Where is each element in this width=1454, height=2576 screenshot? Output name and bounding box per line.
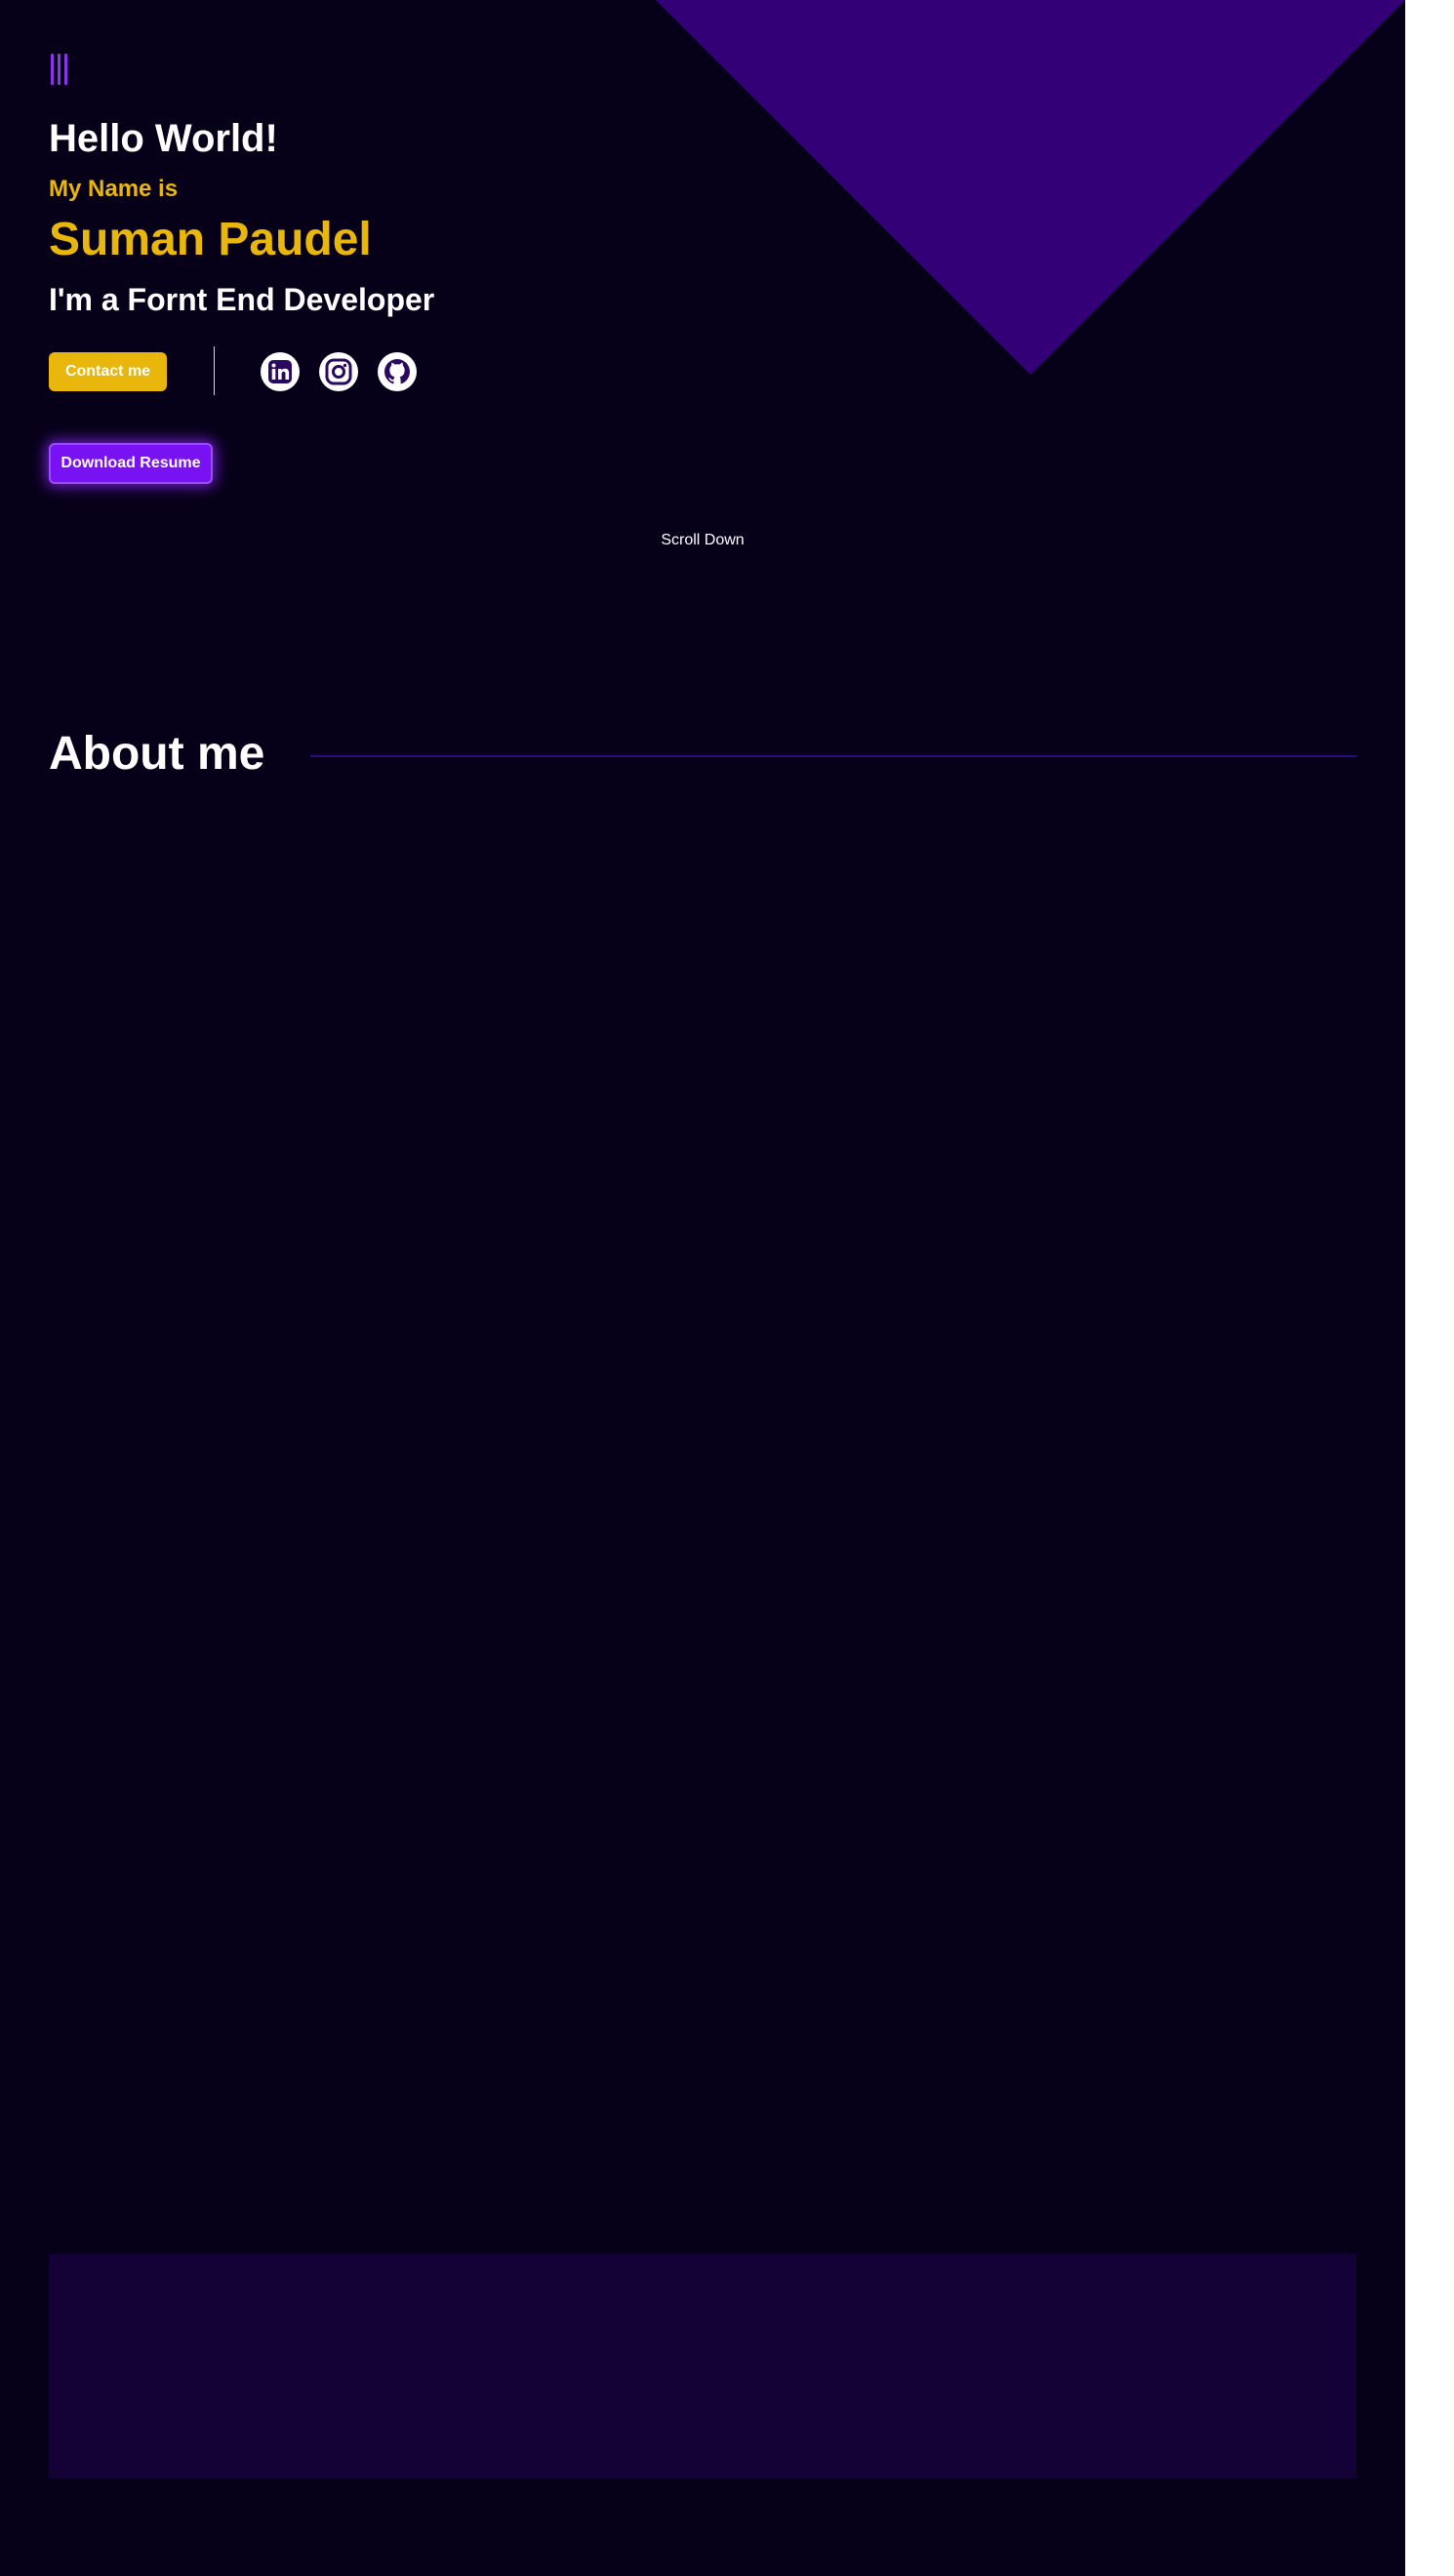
scroll-down-link[interactable]: Scroll Down [605,532,800,549]
menu-bar [64,54,67,85]
about-section-title: About me [49,728,265,780]
hero-greeting: Hello World! [49,117,278,160]
linkedin-icon [268,360,292,383]
linkedin-link[interactable] [261,352,300,391]
contact-me-button[interactable]: Contact me [49,352,167,391]
vertical-divider [214,346,215,395]
hero-intro: My Name is [49,176,179,202]
instagram-link[interactable] [319,352,358,391]
content-panel [49,2254,1356,2478]
menu-bar [51,54,54,85]
hamburger-menu-icon[interactable] [51,54,72,85]
github-icon [384,359,410,384]
instagram-icon [325,358,352,385]
triangle-shape [656,0,1405,375]
portfolio-page: Hello World! My Name is Suman Paudel I'm… [0,0,1405,2576]
hero-name: Suman Paudel [49,214,372,265]
github-link[interactable] [378,352,417,391]
decorative-triangle [656,0,1405,375]
download-resume-button[interactable]: Download Resume [49,443,213,484]
hero-role: I'm a Fornt End Developer [49,282,435,317]
about-title-divider [310,755,1356,757]
menu-bar [58,54,61,85]
